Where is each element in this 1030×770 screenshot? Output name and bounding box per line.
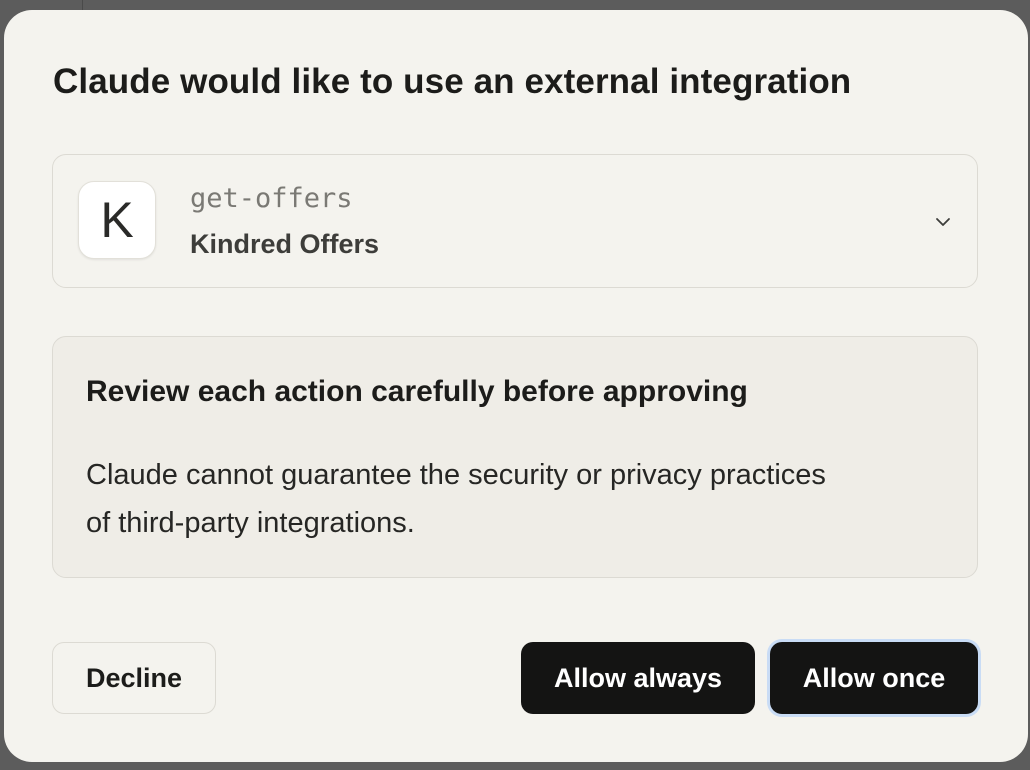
tool-details-card[interactable]: K get-offers Kindred Offers — [52, 154, 978, 288]
warning-body: Claude cannot guarantee the security or … — [86, 459, 826, 539]
background-divider — [82, 0, 83, 10]
integration-avatar: K — [78, 181, 156, 259]
integration-permission-dialog: Claude would like to use an external int… — [4, 10, 1028, 762]
security-warning-box: Review each action carefully before appr… — [52, 336, 978, 578]
warning-title: Review each action carefully before appr… — [86, 375, 748, 408]
decline-button[interactable]: Decline — [52, 642, 216, 714]
chevron-down-icon[interactable] — [933, 212, 953, 232]
allow-always-button[interactable]: Allow always — [521, 642, 755, 714]
tool-name: get-offers — [190, 183, 353, 214]
dialog-title: Claude would like to use an external int… — [53, 62, 852, 101]
integration-name: Kindred Offers — [190, 229, 380, 259]
allow-once-button[interactable]: Allow once — [770, 642, 978, 714]
